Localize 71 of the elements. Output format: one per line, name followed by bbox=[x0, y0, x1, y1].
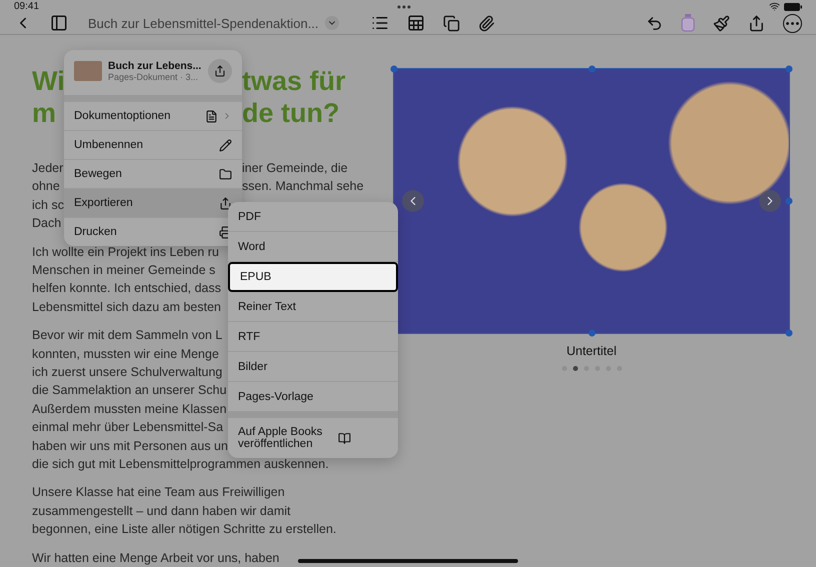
export-icon bbox=[219, 196, 232, 210]
body-text: Bevor wir mit dem Sammeln von L bbox=[32, 327, 222, 344]
document-icon bbox=[205, 110, 218, 122]
body-text: iner Gemeinde, die bbox=[242, 160, 348, 177]
menu-document-title: Buch zur Lebens... bbox=[108, 60, 202, 72]
heading-text: m bbox=[32, 96, 56, 129]
body-text: die Sammelaktion an unserer Schu bbox=[32, 382, 227, 400]
undo-button[interactable] bbox=[646, 14, 663, 32]
publish-menu-item[interactable]: Auf Apple Books veröffentlichen bbox=[228, 412, 398, 458]
paperclip-icon bbox=[478, 14, 495, 32]
bottle-icon bbox=[681, 14, 695, 32]
body-text: ich sc bbox=[32, 196, 64, 214]
heading-text: de tun? bbox=[242, 96, 340, 129]
paperclip-button[interactable] bbox=[478, 14, 495, 32]
export-format-item[interactable]: Bilder bbox=[228, 352, 398, 382]
sidebar-button[interactable] bbox=[50, 14, 68, 32]
status-time: 09:41 bbox=[14, 1, 40, 12]
paintbrush-button[interactable] bbox=[713, 14, 730, 32]
book-icon bbox=[338, 432, 351, 444]
table-icon bbox=[406, 14, 425, 32]
pencil-icon bbox=[219, 138, 232, 152]
body-text: begonnen, eine Liste aller nötigen Schritte zu erstellen. bbox=[32, 521, 336, 538]
export-format-item[interactable]: PDF bbox=[228, 202, 398, 232]
paintbrush-icon bbox=[713, 14, 730, 32]
title-menu-button[interactable] bbox=[324, 16, 339, 30]
battery-icon bbox=[784, 2, 802, 11]
sidebar-icon bbox=[50, 14, 68, 32]
export-format-item[interactable]: RTF bbox=[228, 322, 398, 352]
menu-document-subtitle: Pages-Dokument · 3... bbox=[108, 72, 200, 82]
body-text: konnten, mussten wir eine Menge bbox=[32, 346, 219, 363]
body-text: haben wir uns mit Personen aus un bbox=[32, 438, 228, 455]
export-format-item[interactable]: Pages-Vorlage bbox=[228, 382, 398, 412]
menu-item[interactable]: Umbenennen bbox=[64, 130, 242, 159]
table-button[interactable] bbox=[406, 14, 425, 32]
shapes-icon bbox=[442, 14, 460, 32]
body-text: ich zuerst unsere Schulverwaltung bbox=[32, 364, 222, 381]
body-text: Außerdem mussten meine Klassen bbox=[32, 400, 227, 418]
undo-icon bbox=[646, 14, 663, 32]
more-button[interactable] bbox=[783, 14, 802, 33]
more-icon bbox=[783, 14, 802, 33]
heading-text: twas für bbox=[242, 64, 346, 97]
body-text: Lebensmittel sich dazu am besten bbox=[32, 298, 221, 316]
body-text: einmal mehr über Lebensmittel-Sa bbox=[32, 419, 224, 436]
page-dot[interactable] bbox=[572, 366, 578, 371]
previous-image-button[interactable] bbox=[402, 190, 424, 212]
next-image-button[interactable] bbox=[759, 190, 781, 212]
export-format-item[interactable]: Reiner Text bbox=[228, 292, 398, 322]
folder-icon bbox=[219, 168, 232, 180]
body-text: Wir hatten eine Menge Arbeit vor uns, haben bbox=[32, 550, 280, 567]
body-text: zusammengestellt – und dann haben wir damit bbox=[32, 502, 290, 520]
document-thumbnail bbox=[74, 61, 102, 81]
share-button[interactable] bbox=[748, 14, 765, 32]
export-format-item[interactable]: EPUB bbox=[228, 262, 398, 292]
share-icon bbox=[748, 14, 765, 32]
body-text: ohne bbox=[32, 178, 60, 196]
menu-item[interactable]: Dokumentoptionen bbox=[64, 101, 242, 130]
body-text: Dach bbox=[32, 215, 62, 232]
body-text: Jeder bbox=[32, 160, 64, 177]
body-text: die sich gut mit Lebensmittelprogrammen auskennen. bbox=[32, 456, 329, 473]
share-icon bbox=[214, 65, 226, 77]
document-title[interactable]: Buch zur Lebensmittel-Spendenaktion... bbox=[88, 16, 319, 31]
share-button[interactable] bbox=[208, 59, 232, 83]
image-caption: Untertitel bbox=[566, 344, 617, 358]
body-text: helfen konnte. Ich entschied, dass bbox=[32, 280, 222, 298]
heading-text: Wi bbox=[32, 64, 65, 97]
multitasking-dots-icon bbox=[397, 4, 412, 9]
body-text: Menschen in meiner Gemeinde s bbox=[32, 262, 216, 279]
body-text: ssen. Manchmal sehe bbox=[242, 178, 364, 196]
shapes-button[interactable] bbox=[442, 14, 460, 32]
body-text: Unsere Klasse hat eine Team aus Freiwilligen bbox=[32, 484, 285, 502]
body-text: Ich wollte ein Projekt ins Leben ru bbox=[32, 244, 219, 261]
